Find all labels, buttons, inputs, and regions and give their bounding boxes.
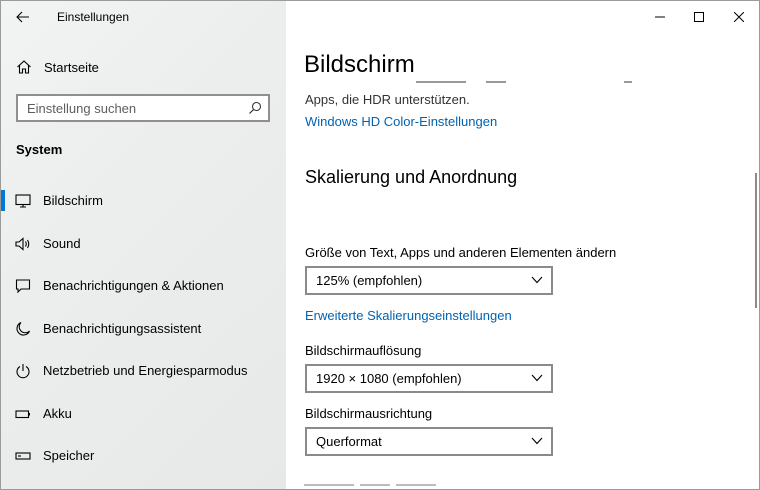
sidebar-item-label: Akku xyxy=(43,405,72,421)
clipped-text-fragment xyxy=(304,484,454,488)
scale-dropdown[interactable]: 125% (empfohlen) xyxy=(305,266,553,295)
power-icon xyxy=(16,364,30,379)
sidebar-item-label: Benachrichtigungsassistent xyxy=(43,320,202,336)
sidebar: Einstellungen Startseite Einstellung suc… xyxy=(1,1,286,489)
home-label: Startseite xyxy=(44,60,99,75)
search-icon xyxy=(249,101,262,114)
clipped-text-fragment xyxy=(624,81,632,83)
section-title-scaling: Skalierung und Anordnung xyxy=(305,167,518,187)
chevron-down-icon xyxy=(531,276,543,284)
sidebar-item-benachrichtigungsassistent[interactable]: Benachrichtigungsassistent xyxy=(1,307,286,350)
sidebar-item-label: Benachrichtigungen & Aktionen xyxy=(43,278,224,293)
sidebar-item-speicher[interactable]: Speicher xyxy=(1,434,286,477)
chevron-down-icon xyxy=(531,374,543,382)
title-bar: Einstellungen xyxy=(1,1,286,33)
sidebar-item-netzbetrieb[interactable]: Netzbetrieb und Energiesparmodus xyxy=(1,349,286,392)
scale-value: 125% (empfohlen) xyxy=(316,273,423,288)
section-header-system: System xyxy=(16,142,63,157)
app-title: Einstellungen xyxy=(57,10,130,24)
close-button[interactable] xyxy=(716,1,759,33)
moon-icon xyxy=(16,321,31,336)
search-placeholder: Einstellung suchen xyxy=(27,101,137,116)
sidebar-item-sound[interactable]: Sound xyxy=(1,222,286,265)
clipped-text-fragment xyxy=(416,81,466,83)
sidebar-item-label: Bildschirm xyxy=(43,193,103,208)
home-icon xyxy=(17,60,31,74)
storage-icon xyxy=(15,452,31,460)
back-arrow-icon xyxy=(16,11,29,23)
hd-color-settings-link[interactable]: Windows HD Color-Einstellungen xyxy=(305,114,497,129)
resolution-dropdown[interactable]: 1920 × 1080 (empfohlen) xyxy=(305,364,553,393)
monitor-icon xyxy=(15,194,31,208)
resolution-value: 1920 × 1080 (empfohlen) xyxy=(316,371,462,386)
search-input[interactable]: Einstellung suchen xyxy=(16,94,270,122)
chevron-down-icon xyxy=(531,437,543,445)
speaker-icon xyxy=(15,236,30,251)
minimize-icon xyxy=(655,16,665,18)
sidebar-item-label: Netzbetrieb und Energiesparmodus xyxy=(43,363,248,378)
clipped-text-fragment xyxy=(486,81,506,83)
selection-indicator xyxy=(1,190,5,211)
hdr-description: Apps, die HDR unterstützen. xyxy=(305,92,470,107)
orientation-label: Bildschirmausrichtung xyxy=(305,406,433,421)
content-pane: Bildschirm Apps, die HDR unterstützen. W… xyxy=(286,1,759,489)
scrollbar-thumb[interactable] xyxy=(755,173,757,308)
orientation-dropdown[interactable]: Querformat xyxy=(305,427,553,456)
advanced-scaling-link[interactable]: Erweiterte Skalierungseinstellungen xyxy=(305,308,512,323)
maximize-icon xyxy=(694,12,704,22)
resolution-label: Bildschirmauflösung xyxy=(305,343,422,358)
scrollbar[interactable] xyxy=(751,33,759,489)
battery-icon xyxy=(15,409,30,418)
sidebar-item-benachrichtigungen[interactable]: Benachrichtigungen & Aktionen xyxy=(1,264,286,307)
home-link[interactable]: Startseite xyxy=(1,53,286,81)
page-title: Bildschirm xyxy=(304,51,415,78)
sidebar-nav: Bildschirm Sound Benachrichtigungen & Ak… xyxy=(1,179,286,477)
sidebar-item-label: Speicher xyxy=(43,448,95,463)
sidebar-item-bildschirm[interactable]: Bildschirm xyxy=(1,179,286,222)
sidebar-item-label: Sound xyxy=(43,235,81,251)
settings-window: Einstellungen Startseite Einstellung suc… xyxy=(0,0,760,490)
close-icon xyxy=(734,12,744,22)
scale-label: Größe von Text, Apps und anderen Element… xyxy=(305,245,617,260)
notification-icon xyxy=(15,279,31,294)
back-button[interactable] xyxy=(14,8,32,26)
orientation-value: Querformat xyxy=(316,434,382,449)
sidebar-item-akku[interactable]: Akku xyxy=(1,392,286,435)
